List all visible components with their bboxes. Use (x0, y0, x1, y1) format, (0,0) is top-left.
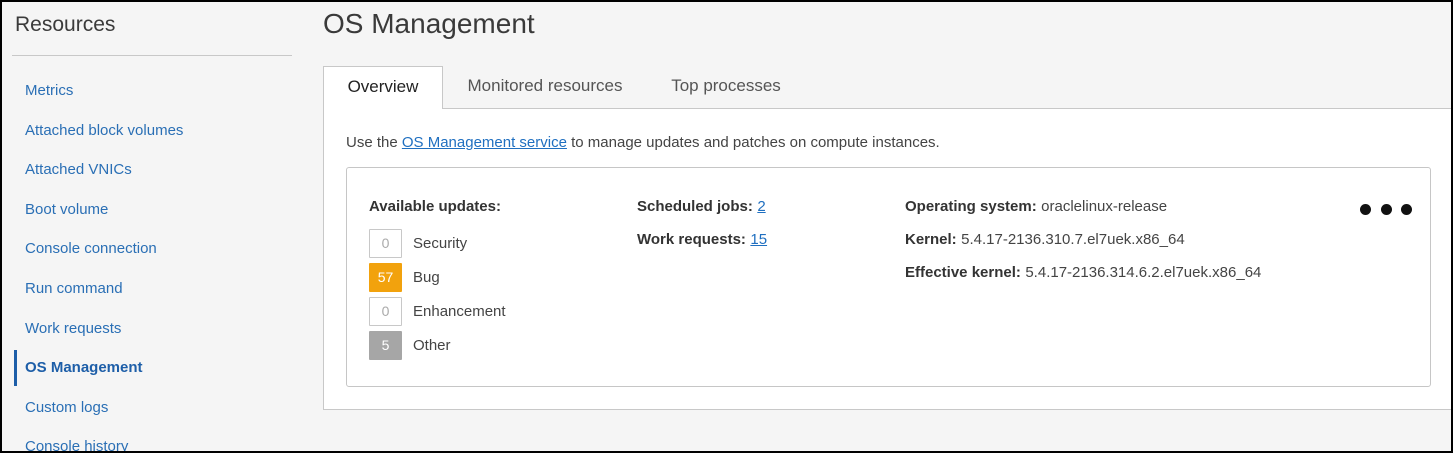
sidebar-item-custom-logs[interactable]: Custom logs (2, 388, 302, 428)
kernel-label: Kernel: (905, 231, 957, 248)
other-label: Other (413, 336, 451, 354)
sidebar-item-work-requests[interactable]: Work requests (2, 309, 302, 349)
sidebar-divider (12, 55, 292, 56)
security-label: Security (413, 234, 468, 252)
tab-top-processes[interactable]: Top processes (657, 66, 795, 109)
operating-system-row: Operating system: oraclelinux-release (905, 198, 1167, 216)
scheduled-jobs-label: Scheduled jobs: (637, 198, 753, 215)
sidebar-title: Resources (15, 13, 116, 36)
enhancement-count-badge: 0 (369, 296, 402, 326)
update-row-security: 0 Security (369, 228, 467, 258)
tab-monitored-resources[interactable]: Monitored resources (454, 66, 636, 109)
app-frame: Resources Metrics Attached block volumes… (0, 0, 1453, 453)
scheduled-jobs-link[interactable]: 2 (757, 198, 765, 215)
sidebar-list: Metrics Attached block volumes Attached … (2, 71, 302, 451)
work-requests-link[interactable]: 15 (750, 231, 767, 248)
more-dot-icon (1380, 204, 1392, 215)
update-row-bug: 57 Bug (369, 262, 440, 292)
intro-suffix: to manage updates and patches on compute… (566, 134, 940, 151)
page-title: OS Management (323, 8, 535, 39)
work-requests-row: Work requests: 15 (637, 231, 767, 249)
sidebar-item-attached-vnics[interactable]: Attached VNICs (2, 150, 302, 190)
other-count-badge: 5 (369, 330, 402, 360)
security-count-badge: 0 (369, 228, 402, 258)
kernel-value: 5.4.17-2136.310.7.el7uek.x86_64 (961, 231, 1185, 248)
operating-system-label: Operating system: (905, 198, 1037, 215)
effective-kernel-row: Effective kernel: 5.4.17-2136.314.6.2.el… (905, 264, 1261, 282)
sidebar-item-console-connection[interactable]: Console connection (2, 229, 302, 269)
scheduled-jobs-row: Scheduled jobs: 2 (637, 198, 766, 216)
sidebar-item-os-management[interactable]: OS Management (2, 348, 302, 388)
resources-sidebar: Resources Metrics Attached block volumes… (2, 2, 302, 451)
kernel-row: Kernel: 5.4.17-2136.310.7.el7uek.x86_64 (905, 231, 1185, 249)
sidebar-item-console-history[interactable]: Console history (2, 427, 302, 451)
update-row-other: 5 Other (369, 330, 451, 360)
effective-kernel-value: 5.4.17-2136.314.6.2.el7uek.x86_64 (1025, 264, 1262, 281)
sidebar-item-attached-block-volumes[interactable]: Attached block volumes (2, 111, 302, 151)
more-dot-icon (1401, 204, 1412, 215)
bug-count-badge: 57 (369, 262, 402, 292)
tab-overview[interactable]: Overview (323, 66, 443, 109)
bug-label: Bug (413, 268, 440, 286)
os-management-summary-card: Available updates: 0 Security 57 Bug 0 E… (346, 167, 1431, 387)
sidebar-item-metrics[interactable]: Metrics (2, 71, 302, 111)
os-management-service-link[interactable]: OS Management service (402, 134, 567, 151)
work-requests-label: Work requests: (637, 231, 746, 248)
effective-kernel-label: Effective kernel: (905, 264, 1021, 281)
operating-system-value: oraclelinux-release (1041, 198, 1168, 215)
more-horizontal-icon[interactable] (1360, 204, 1412, 218)
sidebar-item-boot-volume[interactable]: Boot volume (2, 190, 302, 230)
intro-prefix: Use the (346, 134, 402, 151)
available-updates-label: Available updates: (369, 198, 501, 215)
sidebar-item-run-command[interactable]: Run command (2, 269, 302, 309)
intro-text: Use the OS Management service to manage … (346, 134, 940, 151)
enhancement-label: Enhancement (413, 302, 506, 320)
update-row-enhancement: 0 Enhancement (369, 296, 506, 326)
more-dot-icon (1360, 204, 1371, 215)
overview-panel: Use the OS Management service to manage … (323, 108, 1451, 410)
